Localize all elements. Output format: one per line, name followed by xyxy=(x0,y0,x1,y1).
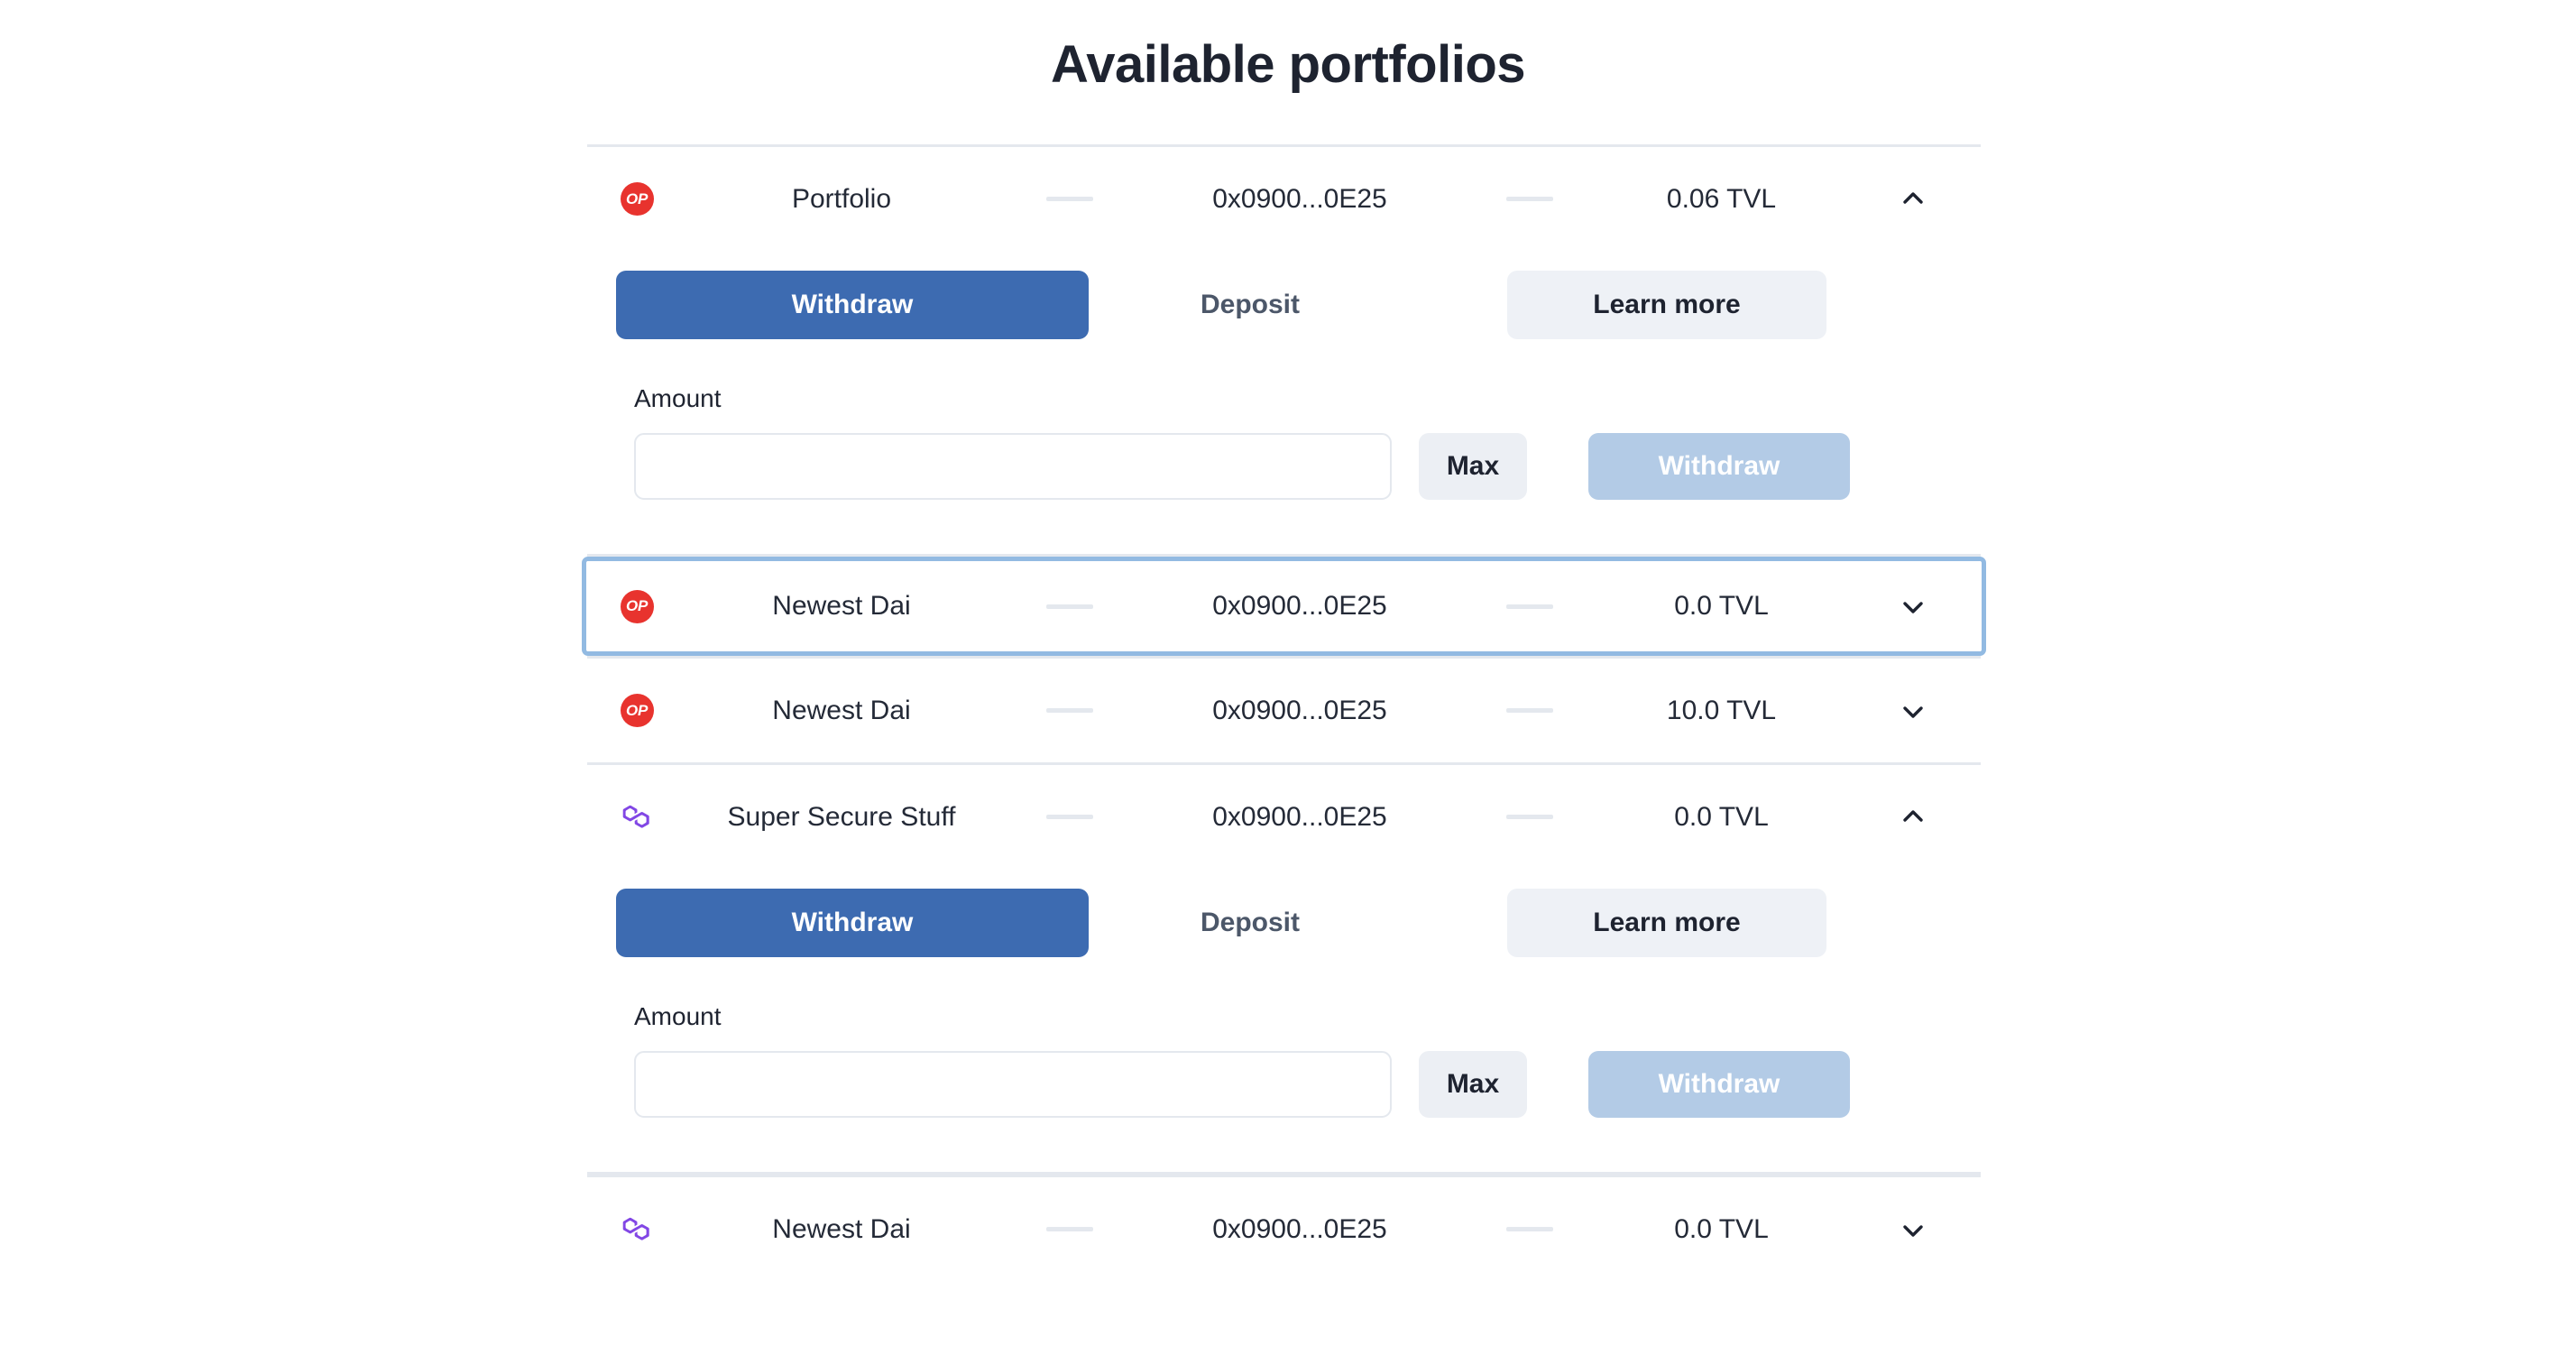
tab-deposit[interactable]: Deposit xyxy=(1101,889,1399,957)
chevron-down-icon xyxy=(1900,593,1927,620)
row-separator-1 xyxy=(1002,708,1137,713)
row-tvl: 0.0 TVL xyxy=(1674,801,1769,832)
page-title: Available portfolios xyxy=(1050,35,1526,94)
dash-icon xyxy=(1046,708,1093,713)
amount-input[interactable] xyxy=(634,433,1392,500)
row-expand-toggle[interactable] xyxy=(1845,1216,1981,1243)
dash-icon xyxy=(1046,604,1093,609)
row-portfolio-name: Portfolio xyxy=(791,183,892,214)
amount-label: Amount xyxy=(634,1002,722,1030)
portfolio-row[interactable]: OP Portfolio 0x0900...0E25 0.06 TVL xyxy=(587,144,1981,251)
row-portfolio-name: Super Secure Stuff xyxy=(727,801,956,832)
row-chain-icon-cell xyxy=(587,799,686,835)
row-separator-2 xyxy=(1462,197,1597,201)
dash-icon xyxy=(1506,1227,1553,1231)
portfolio-row[interactable]: OP Newest Dai 0x0900...0E25 10.0 TVL xyxy=(587,656,1981,762)
withdraw-submit-button[interactable]: Withdraw xyxy=(1588,1051,1850,1118)
row-expand-toggle[interactable] xyxy=(1845,804,1981,831)
row-tvl: 10.0 TVL xyxy=(1666,695,1777,725)
portfolio-list: OP Portfolio 0x0900...0E25 0.06 TVL Withdraw… xyxy=(582,144,1986,1281)
polygon-icon xyxy=(619,799,655,835)
row-address: 0x0900...0E25 xyxy=(1212,801,1387,832)
row-expand-toggle[interactable] xyxy=(1845,593,1981,620)
portfolios-page: Available portfolios OP Portfolio 0x0900..… xyxy=(0,0,2576,1346)
table-row[interactable]: OP Portfolio 0x0900...0E25 0.06 TVL xyxy=(587,144,1981,251)
row-separator-2 xyxy=(1462,604,1597,609)
row-address: 0x0900...0E25 xyxy=(1212,1213,1387,1244)
dash-icon xyxy=(1506,815,1553,819)
dash-icon xyxy=(1506,604,1553,609)
row-separator-1 xyxy=(1002,1227,1137,1231)
row-chain-icon-cell xyxy=(587,1212,686,1248)
polygon-icon xyxy=(619,1212,655,1248)
row-separator-2 xyxy=(1462,708,1597,713)
portfolio-row-selected[interactable]: OP Newest Dai 0x0900...0E25 0.0 TVL xyxy=(582,557,1986,656)
row-tvl: 0.0 TVL xyxy=(1674,591,1769,621)
chevron-up-icon xyxy=(1900,804,1927,831)
tab-withdraw[interactable]: Withdraw xyxy=(616,889,1089,957)
chevron-up-icon xyxy=(1900,186,1927,213)
row-expand-toggle[interactable] xyxy=(1845,697,1981,724)
row-chain-icon-cell: OP xyxy=(587,694,686,727)
dash-icon xyxy=(1046,815,1093,819)
portfolio-expanded-panel: Withdraw Deposit Learn more Amount Max Withdr… xyxy=(587,251,1981,554)
panel-tab-bar: Withdraw Deposit Learn more xyxy=(587,889,1981,957)
row-portfolio-name: Newest Dai xyxy=(772,591,911,621)
tab-deposit[interactable]: Deposit xyxy=(1101,271,1399,339)
amount-input[interactable] xyxy=(634,1051,1392,1118)
portfolio-row[interactable]: Super Secure Stuff 0x0900...0E25 0.0 TVL xyxy=(587,762,1981,869)
optimism-icon: OP xyxy=(620,182,654,216)
portfolio-expanded-panel: Withdraw Deposit Learn more Amount Max Withdr… xyxy=(587,869,1981,1172)
row-tvl: 0.06 TVL xyxy=(1666,183,1777,214)
table-row[interactable]: OP Newest Dai 0x0900...0E25 0.0 TVL xyxy=(587,561,1981,651)
row-chain-icon-cell: OP xyxy=(587,182,686,216)
amount-row: Max Withdraw xyxy=(587,433,1981,500)
row-portfolio-name: Newest Dai xyxy=(772,695,911,725)
table-row[interactable]: Newest Dai 0x0900...0E25 0.0 TVL xyxy=(587,1175,1981,1281)
max-button[interactable]: Max xyxy=(1419,1051,1527,1118)
row-address: 0x0900...0E25 xyxy=(1212,591,1387,621)
withdraw-submit-button[interactable]: Withdraw xyxy=(1588,433,1850,500)
max-button[interactable]: Max xyxy=(1419,433,1527,500)
learn-more-button[interactable]: Learn more xyxy=(1507,889,1826,957)
table-row[interactable]: OP Newest Dai 0x0900...0E25 10.0 TVL xyxy=(587,656,1981,762)
optimism-icon: OP xyxy=(620,694,654,727)
row-address: 0x0900...0E25 xyxy=(1212,183,1387,214)
row-chain-icon-cell: OP xyxy=(587,589,686,623)
row-tvl: 0.0 TVL xyxy=(1674,1213,1769,1244)
row-portfolio-name: Newest Dai xyxy=(772,1213,911,1244)
amount-row: Max Withdraw xyxy=(587,1051,1981,1118)
row-separator-1 xyxy=(1002,604,1137,609)
row-separator-2 xyxy=(1462,1227,1597,1231)
tab-withdraw[interactable]: Withdraw xyxy=(616,271,1089,339)
amount-label: Amount xyxy=(634,384,722,412)
learn-more-button[interactable]: Learn more xyxy=(1507,271,1826,339)
chevron-down-icon xyxy=(1900,697,1927,724)
panel-tab-bar: Withdraw Deposit Learn more xyxy=(587,271,1981,339)
row-address: 0x0900...0E25 xyxy=(1212,695,1387,725)
dash-icon xyxy=(1046,1227,1093,1231)
dash-icon xyxy=(1506,708,1553,713)
row-separator-1 xyxy=(1002,197,1137,201)
dash-icon xyxy=(1506,197,1553,201)
row-expand-toggle[interactable] xyxy=(1845,186,1981,213)
portfolio-row[interactable]: Newest Dai 0x0900...0E25 0.0 TVL xyxy=(587,1175,1981,1281)
row-separator-1 xyxy=(1002,815,1137,819)
dash-icon xyxy=(1046,197,1093,201)
chevron-down-icon xyxy=(1900,1216,1927,1243)
optimism-icon: OP xyxy=(620,589,654,623)
table-row[interactable]: Super Secure Stuff 0x0900...0E25 0.0 TVL xyxy=(587,762,1981,869)
row-separator-2 xyxy=(1462,815,1597,819)
